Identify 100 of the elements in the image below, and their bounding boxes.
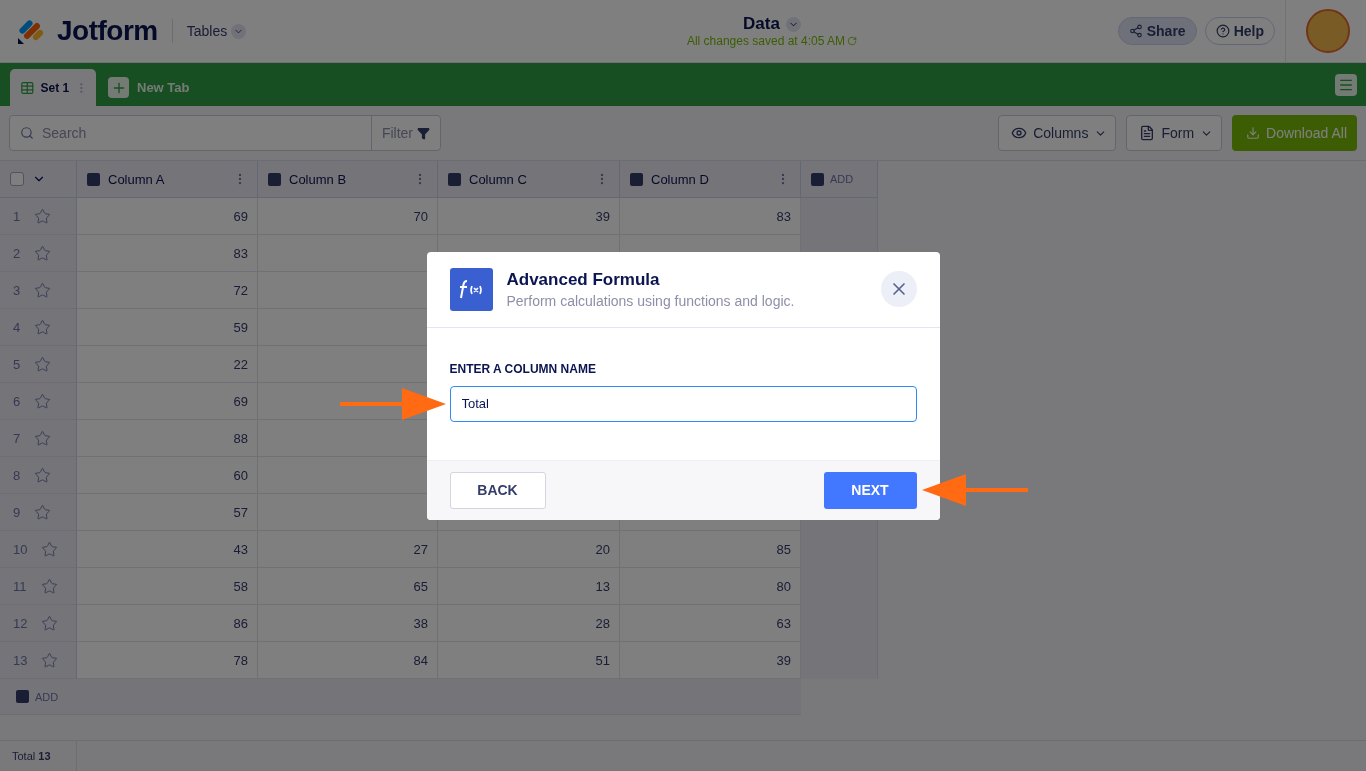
row-number: 1	[13, 208, 21, 224]
table-cell: 27	[258, 531, 438, 568]
star-icon[interactable]	[34, 429, 52, 447]
row-number: 9	[13, 504, 21, 520]
row-number: 8	[13, 467, 21, 483]
row-number: 3	[13, 282, 21, 298]
new-tab-button[interactable]: New Tab	[108, 69, 190, 106]
table-cell: 51	[438, 642, 620, 679]
function-icon	[449, 267, 493, 311]
table-cell: 13	[438, 568, 620, 605]
number-type-icon	[630, 172, 643, 186]
row-number: 13	[13, 652, 28, 668]
avatar[interactable]	[1306, 9, 1350, 53]
save-status: All changes saved at 4:05 AM	[686, 34, 845, 48]
table-cell: 86	[77, 605, 258, 642]
share-icon	[1128, 24, 1143, 38]
row-number: 7	[13, 430, 21, 446]
chevron-down-icon[interactable]	[785, 16, 801, 32]
table-cell: 83	[77, 235, 258, 272]
star-icon[interactable]	[41, 651, 59, 669]
download-icon	[1246, 126, 1261, 140]
row-number: 2	[13, 245, 21, 261]
row-number: 10	[13, 541, 28, 557]
table-cell: 85	[620, 531, 801, 568]
dialog-subtitle: Perform calculations using functions and logic.	[506, 292, 796, 309]
row-number: 11	[13, 578, 27, 594]
table-cell: 20	[438, 531, 620, 568]
help-icon	[1215, 24, 1230, 38]
table-cell: 57	[77, 494, 258, 531]
table-cell: 39	[620, 642, 801, 679]
search-field[interactable]: Search Filter	[9, 115, 441, 151]
next-button[interactable]: NEXT	[823, 471, 917, 509]
field-label: ENTER A COLUMN NAME	[449, 361, 597, 376]
table-cell: 69	[77, 383, 258, 420]
add-column-button[interactable]: ADD	[811, 172, 854, 186]
table-cell: 84	[258, 642, 438, 679]
star-icon[interactable]	[34, 503, 52, 521]
total-count: Total 13	[12, 750, 51, 762]
back-button[interactable]: BACK	[449, 471, 546, 509]
row-number: 6	[13, 393, 21, 409]
share-button[interactable]: Share	[1117, 17, 1197, 45]
column-title[interactable]: Column C	[469, 171, 587, 187]
sheet-tab[interactable]: Set 1	[10, 69, 96, 106]
table-cell: 88	[77, 420, 258, 457]
table-cell: 28	[438, 605, 620, 642]
plus-icon	[108, 77, 129, 98]
help-button[interactable]: Help	[1204, 17, 1275, 45]
table-cell: 70	[258, 198, 438, 235]
row-number: 4	[13, 319, 21, 335]
star-icon[interactable]	[34, 244, 52, 262]
column-title[interactable]: Column A	[108, 171, 225, 187]
star-icon[interactable]	[40, 577, 58, 595]
add-row-button[interactable]: ADD	[16, 690, 59, 703]
star-icon[interactable]	[41, 614, 59, 632]
menu-icon	[1338, 77, 1354, 93]
star-icon[interactable]	[34, 466, 52, 484]
star-icon[interactable]	[34, 281, 52, 299]
menu-button[interactable]	[1335, 74, 1357, 96]
number-type-icon	[268, 172, 281, 186]
table-cell: 58	[77, 568, 258, 605]
number-type-icon	[87, 172, 100, 186]
table-cell: 63	[620, 605, 801, 642]
form-button[interactable]: Form	[1126, 115, 1223, 151]
select-all-checkbox[interactable]	[10, 172, 24, 186]
row-number: 5	[13, 356, 21, 372]
table-cell: 69	[77, 198, 258, 235]
table-cell: 80	[620, 568, 801, 605]
columns-button[interactable]: Columns	[998, 115, 1117, 151]
star-icon[interactable]	[34, 318, 52, 336]
close-button[interactable]	[880, 271, 917, 307]
star-icon[interactable]	[41, 540, 59, 558]
table-cell: 83	[620, 198, 801, 235]
column-name-field[interactable]: Total	[449, 385, 917, 422]
refresh-icon	[847, 36, 857, 46]
table-cell: 22	[77, 346, 258, 383]
table-cell: 39	[438, 198, 620, 235]
plus-icon	[811, 172, 824, 186]
table-icon	[20, 79, 35, 96]
table-cell: 65	[258, 568, 438, 605]
column-title[interactable]: Column D	[651, 171, 768, 187]
table-cell: 59	[77, 309, 258, 346]
table-cell: 78	[77, 642, 258, 679]
table-cell: 38	[258, 605, 438, 642]
plus-icon	[16, 690, 29, 703]
dialog-title: Advanced Formula	[506, 269, 661, 290]
document-icon	[1139, 125, 1156, 141]
row-number: 12	[13, 615, 28, 631]
filter-button[interactable]: Filter	[371, 116, 440, 150]
table-cell: 72	[77, 272, 258, 309]
star-icon[interactable]	[34, 392, 52, 410]
table-cell: 60	[77, 457, 258, 494]
chevron-down-icon	[231, 23, 247, 39]
product-menu[interactable]: Tables	[186, 23, 247, 39]
star-icon[interactable]	[34, 355, 52, 373]
eye-icon	[1011, 125, 1028, 141]
filter-icon	[417, 126, 430, 140]
logo-text: Jotform	[57, 15, 158, 47]
star-icon[interactable]	[34, 207, 52, 225]
column-title[interactable]: Column B	[289, 171, 405, 187]
document-title: Data	[743, 14, 780, 34]
